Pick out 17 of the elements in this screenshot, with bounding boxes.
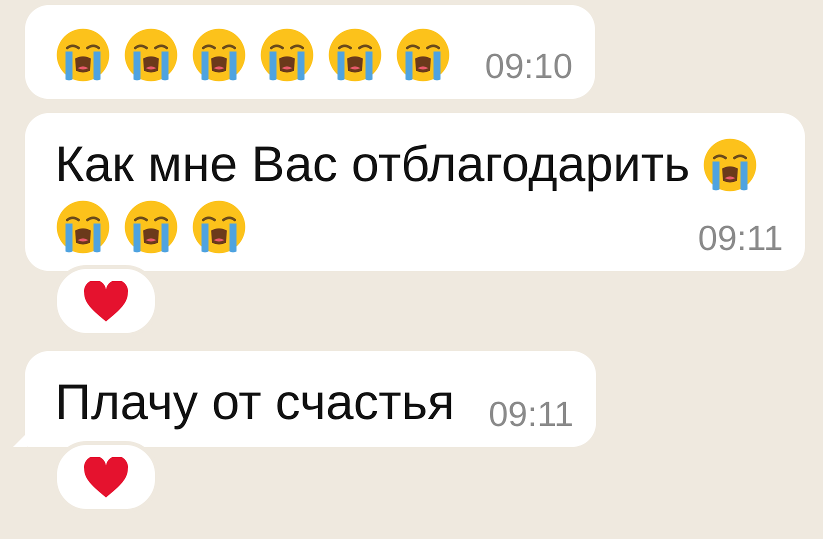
crying-face-icon (123, 199, 179, 255)
heart-icon (83, 457, 129, 499)
message-time: 09:11 (488, 397, 574, 433)
message-time: 09:10 (484, 49, 573, 85)
crying-face-icon (123, 27, 179, 83)
crying-face-icon (702, 137, 758, 193)
crying-face-icon (259, 27, 315, 83)
crying-face-icon (55, 199, 111, 255)
crying-face-icon (191, 27, 247, 83)
crying-face-icon (395, 27, 451, 83)
crying-face-icon (191, 199, 247, 255)
message-text: Как мне Вас отблагодарить (55, 135, 690, 193)
crying-face-icon (55, 27, 111, 83)
message-time: 09:11 (697, 221, 783, 257)
crying-face-icon (327, 27, 383, 83)
heart-icon (83, 281, 129, 323)
message-text: Плачу от счастья (55, 373, 455, 431)
